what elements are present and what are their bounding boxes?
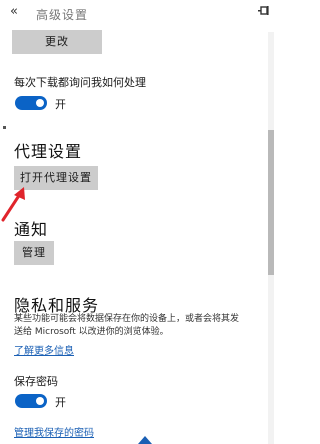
privacy-description-line2: 送给 Microsoft 以改进你的浏览体验。 xyxy=(14,327,169,337)
download-ask-toggle-state: 开 xyxy=(55,98,66,111)
download-ask-toggle[interactable] xyxy=(15,96,47,110)
marker-dot xyxy=(3,126,6,129)
notifications-heading: 通知 xyxy=(14,220,49,239)
scrollbar-thumb[interactable] xyxy=(268,130,274,275)
pin-icon[interactable] xyxy=(258,6,270,15)
manage-notifications-button[interactable]: 管理 xyxy=(14,241,54,265)
change-button[interactable]: 更改 xyxy=(12,30,102,54)
toggle-knob xyxy=(36,99,44,107)
manage-passwords-link[interactable]: 管理我保存的密码 xyxy=(14,424,94,439)
save-passwords-toggle-state: 开 xyxy=(55,396,66,409)
proxy-settings-heading: 代理设置 xyxy=(14,142,83,161)
toggle-knob xyxy=(36,397,44,405)
page-title: 高级设置 xyxy=(36,8,89,22)
save-passwords-toggle[interactable] xyxy=(15,394,47,408)
privacy-description-line1: 某些功能可能会将数据保存在你的设备上，或者会将其发 xyxy=(14,314,240,324)
back-button[interactable]: « xyxy=(10,4,18,19)
learn-more-link[interactable]: 了解更多信息 xyxy=(14,342,74,357)
download-ask-label: 每次下载都询问我如何处理 xyxy=(14,76,146,89)
cursor-fragment-icon xyxy=(138,436,152,444)
save-passwords-label: 保存密码 xyxy=(14,375,58,388)
